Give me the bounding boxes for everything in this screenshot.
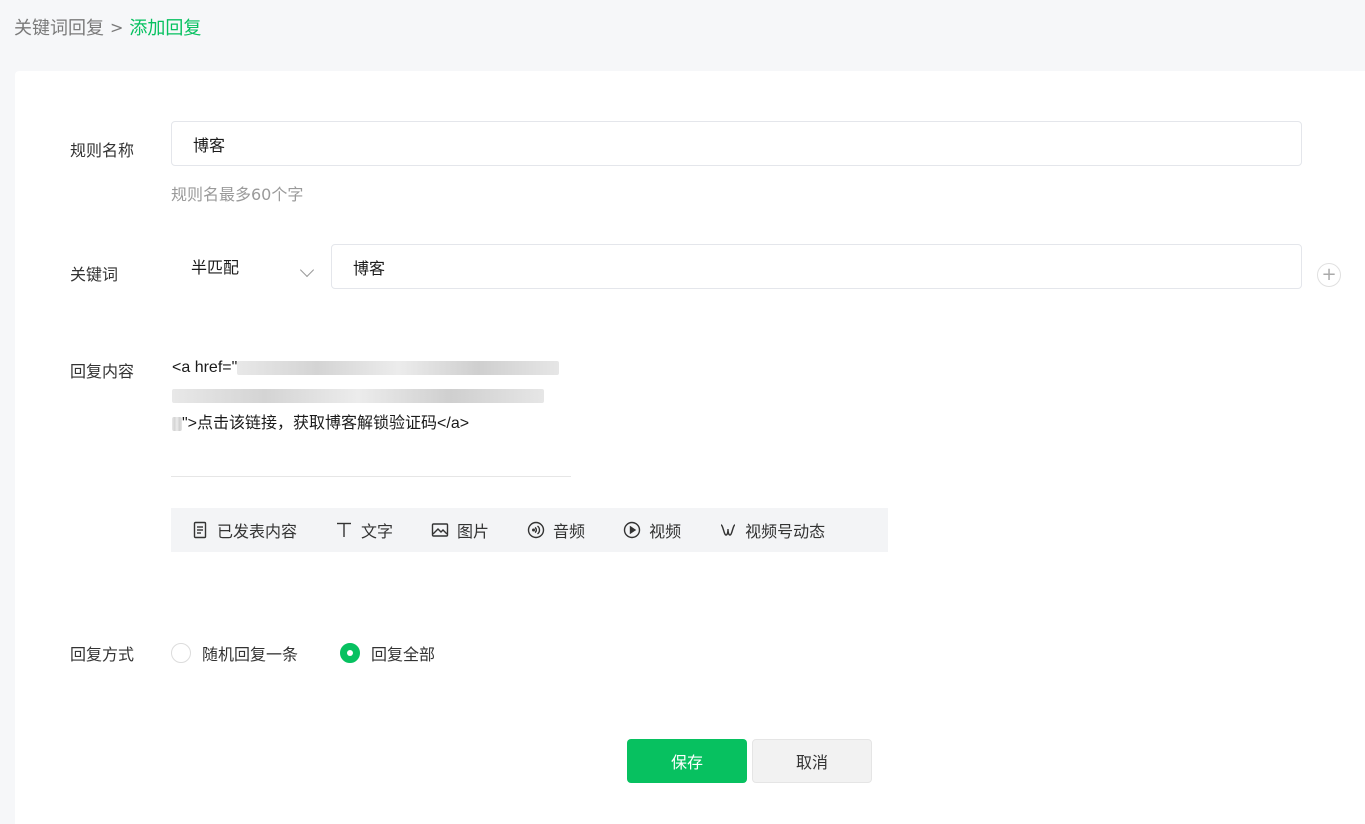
toolbar-published-label: 已发表内容	[217, 522, 298, 541]
video-icon	[623, 521, 641, 539]
toolbar-published-button[interactable]: 已发表内容	[191, 518, 297, 542]
reply-line-3-text: ">点击该链接，获取博客解锁验证码</a>	[182, 415, 470, 432]
audio-icon	[527, 521, 545, 539]
rule-name-label: 规则名称	[70, 141, 135, 160]
editor-divider	[171, 476, 571, 477]
rule-name-hint: 规则名最多60个字	[171, 185, 304, 204]
redacted-url-part	[172, 416, 182, 431]
toolbar-image-button[interactable]: 图片	[431, 518, 489, 542]
breadcrumb-separator: >	[110, 17, 124, 37]
toolbar-audio-button[interactable]: 音频	[527, 518, 585, 542]
keyword-value: 博客	[353, 258, 386, 278]
toolbar-audio-label: 音频	[553, 522, 586, 541]
redacted-url-part	[172, 388, 544, 403]
redacted-url-part	[237, 360, 560, 375]
form-card: 规则名称 博客 规则名最多60个字 关键词 半匹配 博客 + 回复内容 <a h…	[15, 71, 1365, 824]
content-toolbar: 已发表内容 文字 图片 音频 视频 视频号动态	[171, 508, 888, 552]
rule-name-value: 博客	[193, 135, 226, 155]
reply-content-label: 回复内容	[70, 362, 135, 381]
channels-icon	[720, 524, 736, 536]
toolbar-channels-button[interactable]: 视频号动态	[719, 518, 825, 542]
reply-mode-radio-group: 随机回复一条 回复全部	[171, 641, 477, 665]
document-icon	[193, 521, 207, 539]
toolbar-text-label: 文字	[361, 522, 394, 541]
save-button[interactable]: 保存	[627, 739, 747, 783]
text-icon	[337, 522, 352, 537]
image-icon	[431, 523, 449, 537]
reply-mode-label: 回复方式	[70, 645, 135, 664]
reply-line-1-text: <a href="	[172, 359, 238, 376]
breadcrumb-parent-link[interactable]: 关键词回复	[14, 14, 104, 40]
radio-random-reply-label[interactable]: 随机回复一条	[202, 641, 298, 665]
toolbar-channels-label: 视频号动态	[745, 522, 826, 541]
rule-name-input[interactable]: 博客	[171, 121, 1302, 166]
breadcrumb-current: 添加回复	[129, 18, 202, 39]
reply-line-2	[172, 382, 572, 410]
toolbar-text-button[interactable]: 文字	[335, 518, 393, 542]
reply-line-1: <a href="	[172, 354, 572, 382]
cancel-button[interactable]: 取消	[752, 739, 872, 783]
reply-line-3: ">点击该链接，获取博客解锁验证码</a>	[172, 410, 572, 438]
match-mode-value: 半匹配	[191, 258, 240, 277]
breadcrumb: 关键词回复 > 添加回复	[14, 14, 201, 40]
plus-circle-icon: +	[1321, 264, 1337, 285]
radio-reply-all-label[interactable]: 回复全部	[371, 641, 435, 665]
toolbar-image-label: 图片	[457, 522, 490, 541]
add-keyword-button[interactable]: +	[1317, 263, 1341, 287]
toolbar-video-label: 视频	[649, 522, 682, 541]
toolbar-video-button[interactable]: 视频	[623, 518, 681, 542]
keyword-label: 关键词	[70, 265, 119, 284]
radio-random-reply[interactable]	[171, 643, 191, 663]
radio-reply-all[interactable]	[340, 643, 361, 663]
keyword-input[interactable]: 博客	[331, 244, 1302, 289]
reply-content-editor[interactable]: <a href=" ">点击该链接，获取博客解锁验证码</a>	[172, 354, 572, 438]
